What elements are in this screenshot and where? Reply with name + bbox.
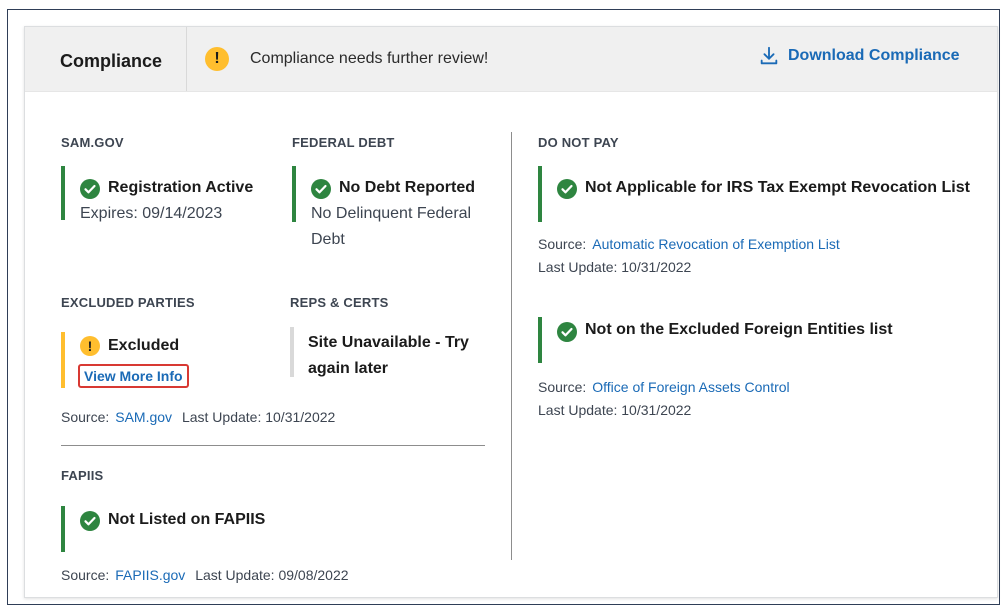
download-compliance-label: Download Compliance xyxy=(788,47,960,64)
excluded-status-bar xyxy=(61,332,65,388)
federal-debt-status-bar xyxy=(292,166,296,222)
reps-status-line2: again later xyxy=(308,360,389,377)
column-divider xyxy=(511,132,512,560)
sam-status: Registration Active xyxy=(108,179,254,196)
fapiis-status-bar xyxy=(61,506,65,552)
sam-gov-link[interactable]: SAM.gov xyxy=(115,409,172,425)
check-circle-icon xyxy=(557,179,577,199)
excluded-parties-label: EXCLUDED PARTIES xyxy=(61,295,195,310)
federal-debt-label: FEDERAL DEBT xyxy=(292,135,395,150)
compliance-card: Compliance ! Compliance needs further re… xyxy=(24,26,998,598)
irs-last-update: Last Update: 10/31/2022 xyxy=(538,259,692,275)
excluded-status: Excluded xyxy=(108,337,180,354)
revocation-list-link[interactable]: Automatic Revocation of Exemption List xyxy=(592,236,839,252)
warning-icon: ! xyxy=(205,47,229,71)
review-message: Compliance needs further review! xyxy=(250,50,489,67)
fapiis-gov-link[interactable]: FAPIIS.gov xyxy=(115,567,185,583)
source-prefix: Source: xyxy=(538,236,587,252)
foreign-entities-source-line: Source: Office of Foreign Assets Control xyxy=(538,379,790,395)
irs-status: Not Applicable for IRS Tax Exempt Revoca… xyxy=(585,179,970,196)
check-circle-icon xyxy=(80,179,100,199)
sam-status-bar xyxy=(61,166,65,220)
header-divider xyxy=(186,27,187,91)
source-prefix: Source: xyxy=(538,379,587,395)
sam-expiry: Expires: 09/14/2023 xyxy=(80,205,223,222)
irs-status-bar xyxy=(538,166,542,222)
check-circle-icon xyxy=(80,511,100,531)
federal-debt-detail-line2: Debt xyxy=(311,231,345,248)
check-circle-icon xyxy=(557,322,577,342)
warning-icon: ! xyxy=(80,336,100,356)
compliance-title: Compliance xyxy=(60,51,163,71)
download-compliance-button[interactable]: Download Compliance xyxy=(758,45,960,67)
sam-section-label: SAM.GOV xyxy=(61,135,124,150)
screenshot-frame: Compliance ! Compliance needs further re… xyxy=(7,9,1000,605)
check-circle-icon xyxy=(311,179,331,199)
sam-last-update: Last Update: 10/31/2022 xyxy=(181,409,336,425)
section-divider xyxy=(61,445,485,446)
foreign-entities-last-update: Last Update: 10/31/2022 xyxy=(538,402,692,418)
federal-debt-detail-line1: No Delinquent Federal xyxy=(311,205,472,222)
download-icon xyxy=(760,46,778,65)
irs-source-line: Source: Automatic Revocation of Exemption… xyxy=(538,236,840,252)
reps-status-line1: Site Unavailable - Try xyxy=(308,334,469,351)
federal-debt-status: No Debt Reported xyxy=(339,179,475,196)
compliance-header: Compliance ! Compliance needs further re… xyxy=(25,27,997,92)
ofac-link[interactable]: Office of Foreign Assets Control xyxy=(592,379,789,395)
source-prefix: Source: xyxy=(61,409,110,425)
fapiis-source-line: Source: FAPIIS.gov Last Update: 09/08/202… xyxy=(61,567,355,583)
foreign-entities-status: Not on the Excluded Foreign Entities lis… xyxy=(585,321,893,338)
view-more-info-link[interactable]: View More Info xyxy=(78,364,189,388)
do-not-pay-label: DO NOT PAY xyxy=(538,135,619,150)
reps-status-bar xyxy=(290,327,294,377)
fapiis-status: Not Listed on FAPIIS xyxy=(108,511,266,528)
sam-source-line: Source: SAM.gov Last Update: 10/31/2022 xyxy=(61,409,341,425)
source-prefix: Source: xyxy=(61,567,110,583)
fapiis-label: FAPIIS xyxy=(61,468,104,483)
fapiis-last-update: Last Update: 09/08/2022 xyxy=(195,567,349,583)
foreign-entities-status-bar xyxy=(538,317,542,363)
reps-certs-label: REPS & CERTS xyxy=(290,295,389,310)
